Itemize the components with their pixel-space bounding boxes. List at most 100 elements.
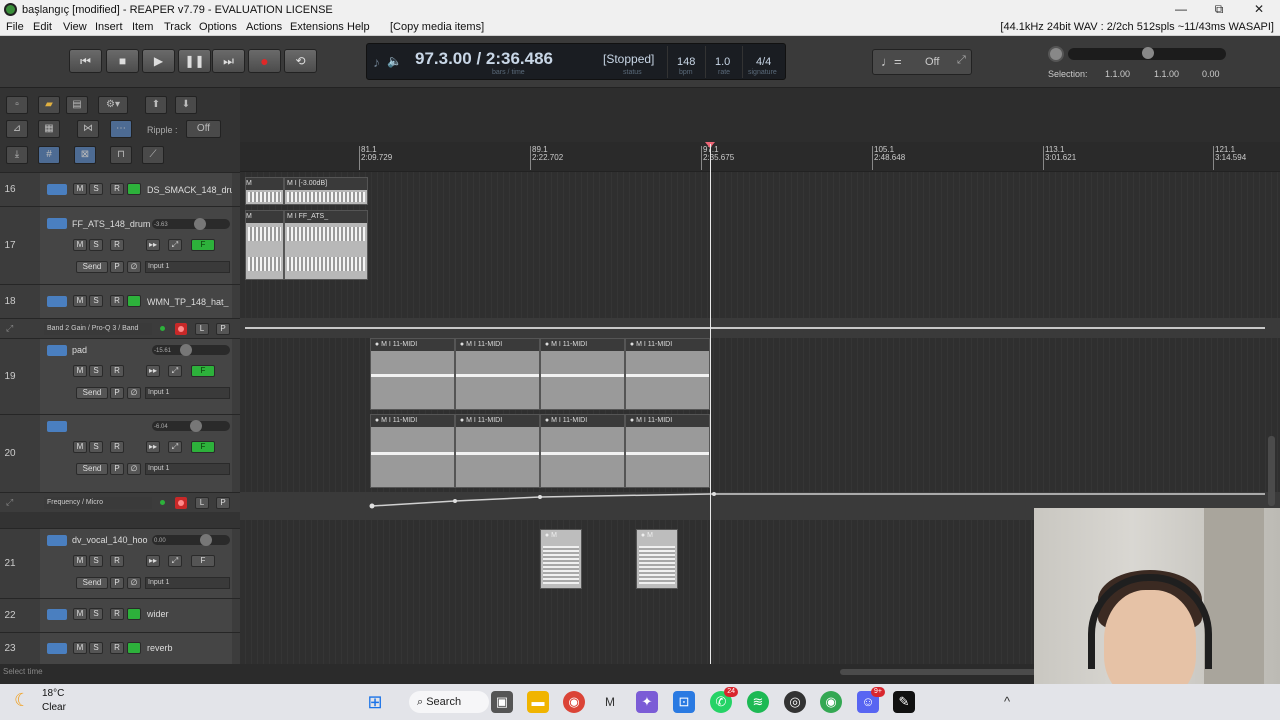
track-21[interactable]: 21 dv_vocal_140_hoo 0.00 M S R ▸▸ ⤢ F Se…: [0, 528, 240, 598]
track-23[interactable]: 23 M S R reverb: [0, 632, 240, 664]
solo-button[interactable]: S: [89, 295, 103, 307]
folder-icon[interactable]: [47, 609, 67, 620]
media-item[interactable]: M: [245, 210, 284, 280]
pan-button[interactable]: P: [110, 463, 124, 475]
auto-crossfade-icon[interactable]: ⋯: [110, 120, 132, 138]
volume-knob[interactable]: [180, 344, 192, 356]
play-button[interactable]: ▶: [142, 49, 175, 73]
send-button[interactable]: Send: [76, 261, 108, 273]
phase-button[interactable]: ∅: [127, 463, 141, 475]
lane-envelope-band2[interactable]: [240, 318, 1280, 338]
volume-slider[interactable]: 0.00: [152, 534, 230, 546]
track-name[interactable]: pad: [72, 345, 152, 355]
track-name[interactable]: wider: [147, 609, 232, 619]
fx-button[interactable]: F: [191, 239, 215, 251]
volume-knob[interactable]: [194, 218, 206, 230]
go-to-end-button[interactable]: ⏭: [212, 49, 245, 73]
midi-item[interactable]: ● M I 11-MIDI: [455, 414, 540, 488]
selection-end[interactable]: 1.1.00: [1154, 69, 1179, 79]
restore-button[interactable]: ⧉: [1200, 0, 1238, 19]
volume-knob[interactable]: [200, 534, 212, 546]
record-mode-button[interactable]: ⤢: [168, 441, 182, 453]
input-select[interactable]: Input 1: [145, 261, 230, 273]
midi-item[interactable]: ● M I 11-MIDI: [540, 338, 625, 410]
weather-moon-icon[interactable]: ☾: [14, 690, 30, 711]
menu-view[interactable]: View: [63, 21, 87, 33]
record-mode-button[interactable]: ⤢: [168, 365, 182, 377]
open-folder-icon[interactable]: ▰: [38, 96, 60, 114]
windows-start-icon[interactable]: ⊞: [364, 691, 386, 713]
solo-button[interactable]: S: [89, 642, 103, 654]
go-to-start-button[interactable]: ⏮: [69, 49, 102, 73]
mute-button[interactable]: M: [73, 608, 87, 620]
folder-icon[interactable]: [47, 421, 67, 432]
record-arm-button[interactable]: R: [110, 365, 124, 377]
midi-item[interactable]: ● M I 11-MIDI: [370, 338, 455, 410]
magnet-icon[interactable]: ⊓: [110, 146, 132, 164]
media-item[interactable]: ● M: [540, 529, 582, 589]
selection-start[interactable]: 1.1.00: [1105, 69, 1130, 79]
menu-edit[interactable]: Edit: [33, 21, 52, 33]
mute-button[interactable]: M: [73, 642, 87, 654]
save-icon[interactable]: ▤: [66, 96, 88, 114]
record-arm-button[interactable]: R: [110, 239, 124, 251]
envelope-lane-band2-gain[interactable]: ⤢ Band 2 Gain / Pro-Q 3 / Band L P: [0, 318, 240, 338]
pan-button[interactable]: P: [110, 261, 124, 273]
folder-icon[interactable]: [47, 345, 67, 356]
envelope-name[interactable]: Frequency / Micro: [44, 497, 152, 509]
undo-icon[interactable]: ⬆: [145, 96, 167, 114]
midi-item[interactable]: ● M I 11-MIDI: [370, 414, 455, 488]
taskbar-search[interactable]: ⌕ Search: [409, 691, 489, 713]
menu-actions[interactable]: Actions: [246, 21, 282, 33]
record-button[interactable]: ●: [248, 49, 281, 73]
redo-icon[interactable]: ⬇: [175, 96, 197, 114]
input-select[interactable]: Input 1: [145, 577, 230, 589]
chrome-icon[interactable]: ◉: [563, 691, 585, 713]
record-mode-button[interactable]: ⤢: [168, 239, 182, 251]
media-item[interactable]: M: [245, 177, 284, 205]
midi-item[interactable]: ● M I 11-MIDI: [455, 338, 540, 410]
phase-button[interactable]: ∅: [127, 387, 141, 399]
envelope-pan-button[interactable]: P: [216, 323, 230, 335]
folder-icon[interactable]: [47, 296, 67, 307]
envelope-line[interactable]: [245, 327, 1265, 329]
track-22[interactable]: 22 M S R wider: [0, 598, 240, 632]
chrome-profile-icon[interactable]: ◉: [820, 691, 842, 713]
fx-button[interactable]: F: [191, 555, 215, 567]
solo-button[interactable]: S: [89, 365, 103, 377]
obs-icon[interactable]: ✎: [893, 691, 915, 713]
whatsapp-icon[interactable]: ✆ 24: [710, 687, 738, 713]
folder-icon[interactable]: [47, 643, 67, 654]
volume-slider[interactable]: -3.63: [152, 218, 230, 230]
record-arm-button[interactable]: R: [110, 555, 124, 567]
timeline-ruler[interactable]: 81.12:09.729 89.12:22.702 97.12:35.675 1…: [240, 142, 1280, 172]
fx-bypass-button[interactable]: [127, 183, 141, 195]
weather-temperature[interactable]: 18°C: [42, 688, 64, 699]
playrate-slider-handle[interactable]: [1142, 47, 1154, 59]
send-button[interactable]: Send: [76, 577, 108, 589]
crossfade-icon[interactable]: ⋈: [77, 120, 99, 138]
record-monitor-button[interactable]: ▸▸: [146, 555, 160, 567]
metronome-control[interactable]: ♩= Off ⤢: [872, 49, 972, 75]
record-monitor-button[interactable]: ▸▸: [146, 365, 160, 377]
item-grouping-icon[interactable]: ▦: [38, 120, 60, 138]
track-20[interactable]: 20 -6.04 M S R ▸▸ ⤢ F Send P ∅ Input 1: [0, 414, 240, 492]
menu-help[interactable]: Help: [347, 21, 370, 33]
weather-condition[interactable]: Clear: [42, 702, 66, 713]
track-17[interactable]: 17 FF_ATS_148_drum -3.63 M S R ▸▸ ⤢ F Se…: [0, 206, 240, 284]
solo-button[interactable]: S: [89, 441, 103, 453]
record-arm-button[interactable]: R: [110, 441, 124, 453]
grid-toggle-icon[interactable]: ⊿: [6, 120, 28, 138]
rate-value[interactable]: 1.0: [715, 56, 730, 68]
time-signature-value[interactable]: 4/4: [756, 56, 771, 68]
volume-slider[interactable]: -6.04: [152, 420, 230, 432]
bpm-value[interactable]: 148: [677, 56, 695, 68]
track-name[interactable]: WMN_TP_148_hat_: [147, 297, 232, 307]
envelope-pan-button[interactable]: P: [216, 497, 230, 509]
record-monitor-button[interactable]: ▸▸: [146, 239, 160, 251]
input-select[interactable]: Input 1: [145, 463, 230, 475]
track-name[interactable]: FF_ATS_148_drum: [72, 219, 152, 229]
track-name[interactable]: dv_vocal_140_hoo: [72, 535, 152, 545]
fx-bypass-button[interactable]: [127, 642, 141, 654]
mail-app-icon[interactable]: M: [599, 691, 621, 713]
